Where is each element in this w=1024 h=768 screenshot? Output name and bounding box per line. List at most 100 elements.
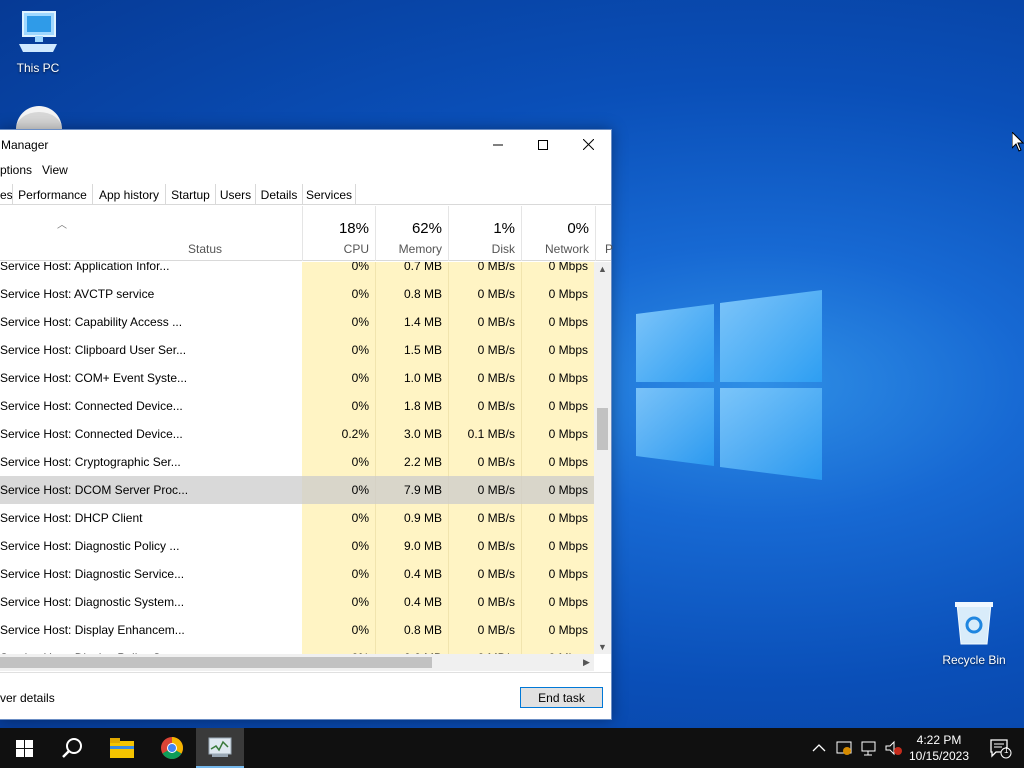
menu-options[interactable]: ptions: [0, 163, 32, 177]
memory-value: 1.8 MB: [403, 399, 442, 413]
taskbar-clock[interactable]: 4:22 PM 10/15/2023: [904, 732, 974, 764]
process-row[interactable]: Service Host: Connected Device... 0% 1.8 M…: [0, 392, 594, 420]
network-value: 0 Mbps: [548, 399, 588, 413]
column-memory[interactable]: 62% Memory: [375, 206, 448, 261]
maximize-button[interactable]: [520, 130, 565, 159]
process-name: Service Host: Application Infor...: [0, 262, 170, 273]
process-row[interactable]: Service Host: DHCP Client 0% 0.9 MB 0 MB/s 0…: [0, 504, 594, 532]
process-name: Service Host: Connected Device...: [0, 427, 183, 441]
process-name: Service Host: DHCP Client: [0, 511, 143, 525]
scroll-down-icon[interactable]: ▼: [598, 642, 607, 652]
system-tray: [812, 728, 902, 768]
start-button[interactable]: [0, 728, 48, 768]
close-button[interactable]: [566, 130, 611, 159]
memory-label: Memory: [398, 242, 442, 256]
process-row[interactable]: Service Host: COM+ Event Syste... 0% 1.0 M…: [0, 364, 594, 392]
memory-value: 1.4 MB: [403, 315, 442, 329]
scroll-right-icon[interactable]: ▶: [583, 657, 590, 668]
disk-value: 0 MB/s: [477, 315, 515, 329]
scroll-up-icon[interactable]: ▲: [598, 264, 607, 274]
process-row[interactable]: Service Host: Connected Device... 0.2% 3.0…: [0, 420, 594, 448]
title-bar[interactable]: Manager: [0, 130, 611, 160]
disk-value: 0 MB/s: [477, 511, 515, 525]
column-disk[interactable]: 1% Disk: [448, 206, 521, 261]
task-manager-button[interactable]: [196, 728, 244, 768]
network-value: 0 Mbps: [548, 343, 588, 357]
network-value: 0 Mbps: [548, 262, 588, 273]
disk-value: 0 MB/s: [477, 623, 515, 637]
column-power[interactable]: P: [595, 206, 613, 261]
task-manager-icon: [208, 737, 232, 757]
tab-users[interactable]: Users: [216, 184, 256, 205]
process-row[interactable]: Service Host: Capability Access ... 0% 1.4…: [0, 308, 594, 336]
desktop-icon-this-pc[interactable]: This PC: [2, 10, 74, 75]
disk-label: Disk: [491, 242, 515, 256]
network-value: 0 Mbps: [548, 511, 588, 525]
process-name: Service Host: DCOM Server Proc...: [0, 483, 189, 497]
file-explorer-button[interactable]: [98, 728, 146, 768]
cpu-label: CPU: [343, 242, 369, 256]
column-cpu[interactable]: 18% CPU: [302, 206, 375, 261]
process-row[interactable]: Service Host: Display Enhancem... 0% 0.8 M…: [0, 616, 594, 644]
horizontal-scroll-thumb[interactable]: [0, 657, 432, 668]
tab-app-history[interactable]: App history: [93, 184, 166, 205]
vertical-scrollbar[interactable]: ▲ ▼: [594, 262, 611, 654]
tab-performance[interactable]: Performance: [13, 184, 93, 205]
process-row[interactable]: Service Host: Diagnostic Policy ... 0% 9.0…: [0, 532, 594, 560]
disk-value: 0 MB/s: [477, 262, 515, 273]
desktop-icon-partial[interactable]: [16, 106, 62, 130]
fewer-details-link[interactable]: ver details: [0, 691, 55, 705]
minimize-button[interactable]: [475, 130, 520, 159]
column-network[interactable]: 0% Network: [521, 206, 595, 261]
process-row[interactable]: Service Host: Cryptographic Ser... 0% 2.2 …: [0, 448, 594, 476]
tab-processes[interactable]: es: [0, 184, 13, 205]
cpu-value: 0%: [351, 315, 369, 329]
end-task-button[interactable]: End task: [520, 687, 603, 708]
sort-caret-icon[interactable]: ︿: [57, 216, 67, 231]
process-name: Service Host: Cryptographic Ser...: [0, 455, 181, 469]
security-icon[interactable]: [836, 740, 854, 756]
tab-bar: es Performance App history Startup Users…: [0, 184, 611, 205]
notification-count-badge: 1: [1004, 746, 1009, 755]
cpu-value: 0.2%: [341, 427, 369, 441]
memory-value: 1.0 MB: [403, 371, 442, 385]
vertical-scroll-thumb[interactable]: [597, 408, 608, 450]
process-row[interactable]: Service Host: Application Infor... 0% 0.7 …: [0, 262, 594, 280]
cpu-value: 0%: [351, 511, 369, 525]
action-center-button[interactable]: 1: [976, 728, 1024, 768]
disk-value: 0 MB/s: [477, 343, 515, 357]
network-icon[interactable]: [860, 740, 878, 756]
clock-time: 4:22 PM: [916, 733, 962, 747]
chevron-up-icon[interactable]: [812, 743, 826, 753]
volume-muted-icon[interactable]: [884, 740, 902, 756]
tab-details[interactable]: Details: [256, 184, 303, 205]
desktop-icon-label: This PC: [16, 61, 60, 75]
process-row[interactable]: Service Host: Diagnostic System... 0% 0.4 …: [0, 588, 594, 616]
recycle-bin-icon: [955, 602, 993, 645]
menu-view[interactable]: View: [42, 163, 68, 177]
tab-startup[interactable]: Startup: [166, 184, 216, 205]
chrome-button[interactable]: [148, 728, 196, 768]
network-value: 0 Mbps: [548, 315, 588, 329]
mouse-cursor-icon: [1012, 132, 1024, 152]
process-name: Service Host: Diagnostic Service...: [0, 567, 185, 581]
search-button[interactable]: [48, 728, 96, 768]
tab-services[interactable]: Services: [303, 184, 356, 205]
horizontal-scrollbar[interactable]: ▶: [0, 654, 594, 671]
process-row[interactable]: Service Host: DCOM Server Proc... 0% 7.9 M…: [0, 476, 594, 504]
cpu-value: 0%: [351, 567, 369, 581]
memory-value: 0.7 MB: [403, 262, 442, 273]
process-row[interactable]: Service Host: AVCTP service 0% 0.8 MB 0 MB/…: [0, 280, 594, 308]
memory-value: 7.9 MB: [403, 483, 442, 497]
network-value: 0 Mbps: [548, 539, 588, 553]
desktop-icon-recycle-bin[interactable]: Recycle Bin: [938, 600, 1010, 667]
start-icon: [15, 739, 33, 757]
memory-value: 1.5 MB: [403, 343, 442, 357]
process-row[interactable]: Service Host: Diagnostic Service... 0% 0.4…: [0, 560, 594, 588]
memory-value: 2.2 MB: [403, 455, 442, 469]
process-row[interactable]: Service Host: Display Policy Serv...0%0.…: [0, 644, 594, 654]
cpu-total: 18%: [338, 220, 369, 237]
process-row[interactable]: Service Host: Clipboard User Ser... 0% 1.5…: [0, 336, 594, 364]
column-status[interactable]: Status: [188, 242, 222, 256]
disk-value: 0 MB/s: [477, 567, 515, 581]
